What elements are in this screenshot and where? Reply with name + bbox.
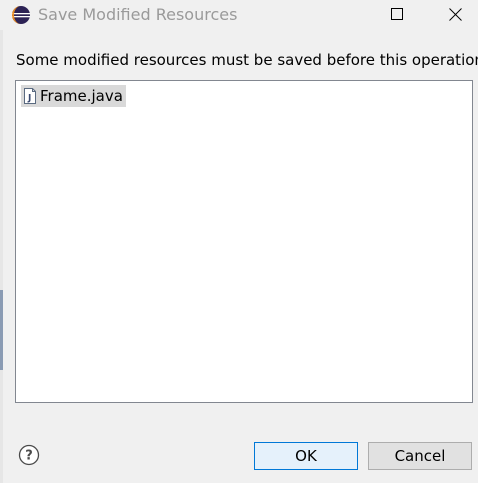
maximize-button[interactable] bbox=[374, 0, 420, 30]
title-bar[interactable]: Save Modified Resources bbox=[0, 0, 478, 30]
close-icon bbox=[449, 8, 462, 21]
svg-text:?: ? bbox=[25, 449, 33, 464]
window-title: Save Modified Resources bbox=[38, 5, 238, 24]
close-button[interactable] bbox=[432, 0, 478, 30]
maximize-icon bbox=[391, 8, 403, 20]
eclipse-app-icon bbox=[12, 6, 30, 24]
background-window-edge bbox=[0, 0, 3, 483]
help-icon[interactable]: ? bbox=[18, 444, 40, 466]
dialog-message: Some modified resources must be saved be… bbox=[16, 51, 478, 69]
save-modified-resources-dialog: Save Modified Resources Some modified re… bbox=[0, 0, 478, 483]
cancel-button[interactable]: Cancel bbox=[368, 442, 472, 470]
list-item-label: Frame.java bbox=[40, 87, 123, 105]
java-file-icon: J bbox=[24, 88, 36, 104]
modified-resources-list[interactable]: J Frame.java bbox=[15, 80, 473, 403]
svg-text:J: J bbox=[27, 94, 31, 104]
ok-button[interactable]: OK bbox=[254, 442, 358, 470]
background-window-marker bbox=[0, 290, 3, 370]
list-item[interactable]: J Frame.java bbox=[21, 85, 126, 107]
